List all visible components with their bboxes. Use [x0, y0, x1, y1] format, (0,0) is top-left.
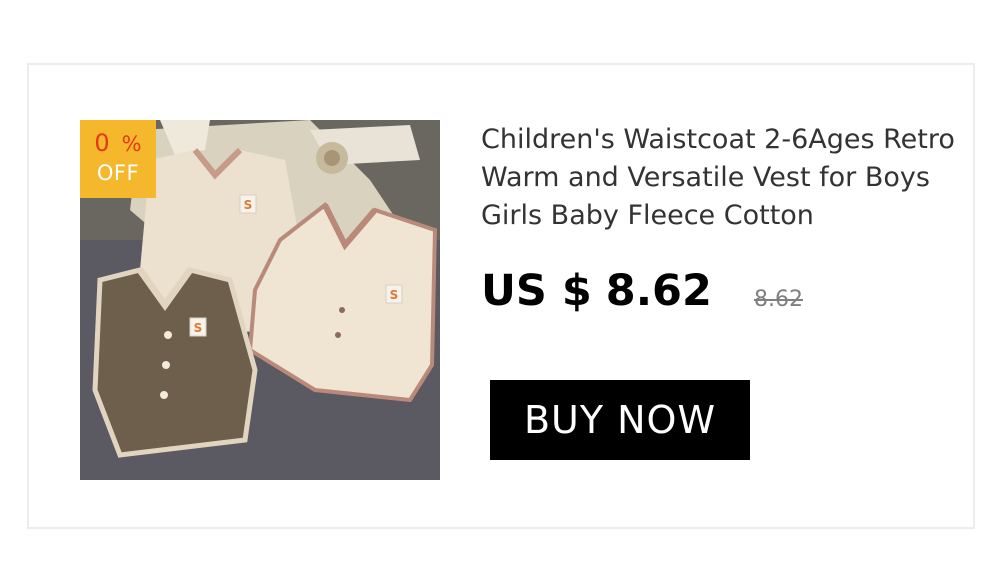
price-currency: US $	[481, 266, 592, 316]
buy-now-button[interactable]: BUY NOW	[490, 380, 750, 460]
svg-text:S: S	[194, 321, 203, 335]
discount-badge: 0 % OFF	[80, 120, 156, 198]
price-amount: 8.62	[605, 266, 712, 316]
discount-value: 0	[94, 129, 110, 157]
product-title[interactable]: Children's Waistcoat 2-6Ages Retro Warm …	[481, 121, 961, 235]
svg-text:S: S	[390, 288, 399, 302]
current-price: US $ 8.62	[481, 264, 712, 318]
svg-text:S: S	[244, 198, 253, 212]
discount-off-label: OFF	[96, 161, 140, 185]
original-price: 8.62	[754, 287, 803, 312]
discount-percent-sign: %	[121, 132, 142, 156]
